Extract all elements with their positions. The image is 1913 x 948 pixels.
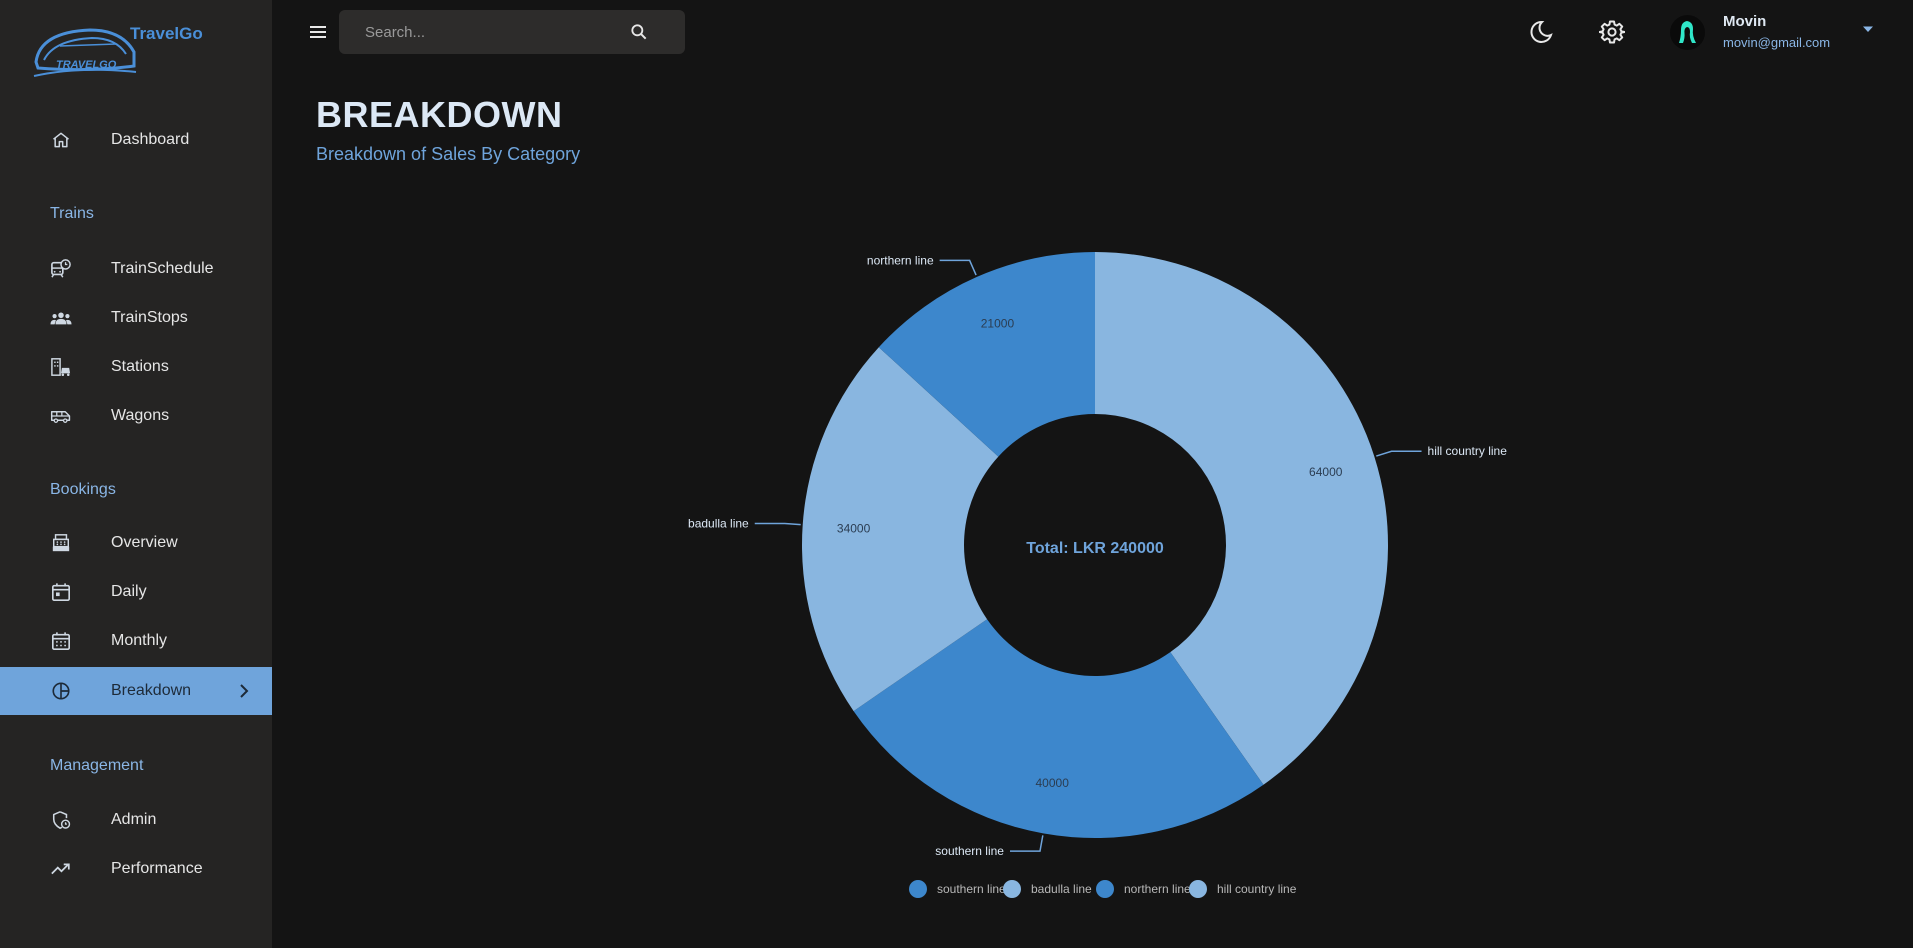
donut-chart-svg: 64000 hill country line 40000 southern line… bbox=[688, 252, 1508, 898]
callout-label: badulla line bbox=[688, 517, 749, 531]
pie-chart-icon bbox=[50, 681, 72, 701]
sidebar-item-label: TrainSchedule bbox=[111, 260, 214, 277]
app-name: TravelGo bbox=[130, 24, 203, 43]
avatar bbox=[1670, 15, 1705, 50]
user-name: Movin bbox=[1723, 13, 1767, 30]
slice-value-label: 64000 bbox=[1309, 465, 1343, 479]
calendar-month-icon bbox=[50, 631, 72, 651]
point-of-sale-icon bbox=[50, 533, 72, 553]
search-bar bbox=[339, 10, 685, 54]
slice-value-label: 21000 bbox=[981, 317, 1015, 331]
page-subtitle: Breakdown of Sales By Category bbox=[316, 144, 581, 164]
legend-swatch[interactable] bbox=[909, 880, 927, 898]
sidebar-item-wagons[interactable]: Wagons bbox=[0, 392, 272, 440]
sidebar-item-label: Monthly bbox=[111, 632, 168, 649]
sidebar-item-label: Overview bbox=[111, 534, 178, 551]
sidebar-item-label: Dashboard bbox=[111, 131, 190, 148]
legend-label[interactable]: badulla line bbox=[1031, 882, 1092, 896]
sidebar-item-trainstops[interactable]: TrainStops bbox=[0, 294, 272, 342]
breakdown-donut-chart: 64000 hill country line 40000 southern line… bbox=[660, 220, 1560, 920]
train-clock-icon bbox=[50, 259, 72, 279]
gear-icon[interactable] bbox=[1598, 19, 1626, 45]
sidebar-item-label: Performance bbox=[111, 860, 203, 877]
slice-value-label: 34000 bbox=[837, 521, 871, 535]
search-input[interactable] bbox=[365, 21, 625, 43]
admin-shield-icon bbox=[50, 810, 72, 830]
home-icon bbox=[50, 130, 72, 150]
sidebar-item-overview[interactable]: Overview bbox=[0, 519, 272, 567]
page-title: BREAKDOWN bbox=[316, 94, 563, 135]
callout-line bbox=[1376, 450, 1422, 457]
sidebar-item-admin[interactable]: Admin bbox=[0, 796, 272, 844]
user-email: movin@gmail.com bbox=[1723, 35, 1831, 50]
trending-up-icon bbox=[50, 859, 72, 879]
section-title-bookings: Bookings bbox=[50, 481, 116, 498]
sidebar-item-daily[interactable]: Daily bbox=[0, 568, 272, 616]
bus-icon bbox=[50, 406, 72, 426]
callout-label: southern line bbox=[935, 844, 1004, 858]
callout-line bbox=[939, 259, 977, 276]
sidebar-item-label: Admin bbox=[111, 811, 157, 828]
menu-icon[interactable] bbox=[306, 20, 330, 44]
building-car-icon bbox=[50, 357, 72, 377]
sidebar-item-label: TrainStops bbox=[111, 309, 188, 326]
people-group-icon bbox=[50, 308, 72, 328]
sidebar-item-trainschedule[interactable]: TrainSchedule bbox=[0, 245, 272, 293]
callout-line bbox=[754, 522, 801, 526]
sidebar-item-dashboard[interactable]: Dashboard bbox=[0, 116, 272, 164]
user-profile-menu[interactable]: Movin movin@gmail.com bbox=[1670, 10, 1880, 54]
sidebar: TRAVELGO TravelGo Dashboard Trains Train… bbox=[0, 0, 272, 948]
sidebar-item-performance[interactable]: Performance bbox=[0, 845, 272, 893]
chevron-right-icon bbox=[238, 683, 250, 704]
calendar-today-icon bbox=[50, 582, 72, 602]
sidebar-item-label: Stations bbox=[111, 358, 169, 375]
logo-text: TRAVELGO bbox=[56, 59, 117, 71]
section-title-management: Management bbox=[50, 757, 144, 774]
legend-swatch[interactable] bbox=[1003, 880, 1021, 898]
sidebar-item-monthly[interactable]: Monthly bbox=[0, 617, 272, 665]
section-title-trains: Trains bbox=[50, 205, 94, 222]
sidebar-item-label: Wagons bbox=[111, 407, 170, 424]
callout-line bbox=[1009, 835, 1044, 852]
sidebar-item-label: Breakdown bbox=[111, 682, 192, 699]
legend-label[interactable]: hill country line bbox=[1217, 882, 1297, 896]
callout-label: hill country line bbox=[1428, 444, 1508, 458]
legend-swatch[interactable] bbox=[1096, 880, 1114, 898]
sidebar-item-label: Daily bbox=[111, 583, 147, 600]
sidebar-item-stations[interactable]: Stations bbox=[0, 343, 272, 391]
legend-label[interactable]: northern line bbox=[1124, 882, 1191, 896]
search-icon[interactable] bbox=[629, 22, 649, 42]
slice-value-label: 40000 bbox=[1036, 776, 1070, 790]
callout-label: northern line bbox=[867, 253, 934, 267]
donut-center-total: Total: LKR 240000 bbox=[1026, 540, 1164, 557]
sidebar-item-breakdown[interactable]: Breakdown bbox=[0, 667, 272, 715]
legend-swatch[interactable] bbox=[1189, 880, 1207, 898]
dark-mode-moon-icon[interactable] bbox=[1528, 19, 1554, 45]
legend-label[interactable]: southern line bbox=[937, 882, 1006, 896]
train-logo-icon: TRAVELGO bbox=[33, 28, 137, 77]
caret-down-icon[interactable] bbox=[1862, 22, 1874, 40]
brand[interactable]: TRAVELGO bbox=[30, 22, 140, 84]
